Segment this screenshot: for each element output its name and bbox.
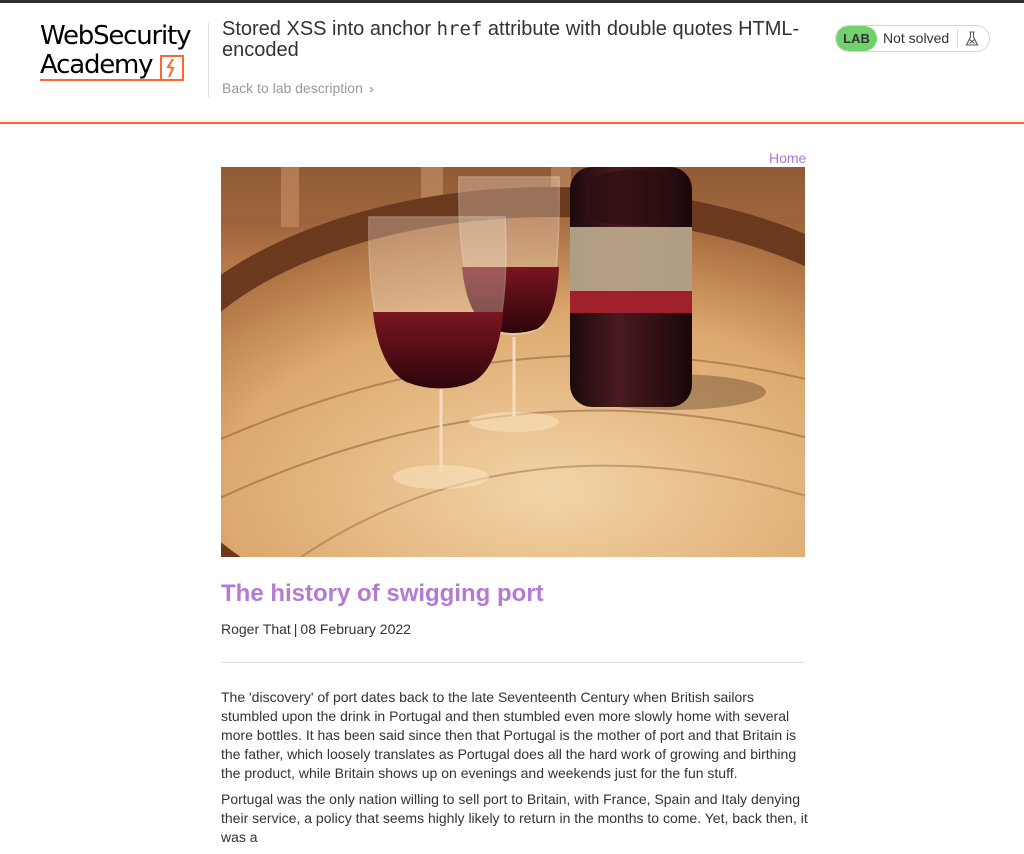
lab-title-code: href (436, 18, 483, 40)
post-paragraph: The 'discovery' of port dates back to th… (221, 689, 797, 781)
post-divider (221, 662, 805, 663)
home-link[interactable]: Home (769, 150, 806, 166)
post-body: The 'discovery' of port dates back to th… (221, 688, 811, 854)
back-to-lab-description-link[interactable]: Back to lab description ›› (222, 80, 374, 96)
header-accent-border (0, 122, 1024, 124)
logo-underline (40, 79, 166, 81)
lab-status-widget: LAB Not solved (835, 25, 990, 52)
lightning-icon (160, 55, 184, 81)
lab-status-text: Not solved (883, 30, 950, 46)
logo-text-line1: WebSecurity (40, 21, 191, 51)
post-date: 08 February 2022 (300, 621, 411, 637)
post-hero-image (221, 167, 805, 557)
header-divider (208, 23, 209, 98)
lab-title: Stored XSS into anchor href attribute wi… (222, 18, 800, 61)
lab-badge: LAB (836, 26, 877, 51)
double-chevron-right-icon: ›› (368, 82, 374, 96)
post-meta: Roger That | 08 February 2022 (221, 621, 411, 637)
flask-icon (962, 29, 982, 49)
logo-text-line2: Academy (40, 50, 154, 80)
post-title: The history of swigging port (221, 580, 544, 607)
post-author: Roger That (221, 621, 291, 637)
web-security-academy-logo[interactable]: WebSecurity Academy (40, 21, 210, 87)
status-separator (957, 29, 958, 48)
lab-header: WebSecurity Academy Stored XSS into anch… (0, 3, 1024, 122)
post-paragraph: Portugal was the only nation willing to … (221, 791, 808, 845)
